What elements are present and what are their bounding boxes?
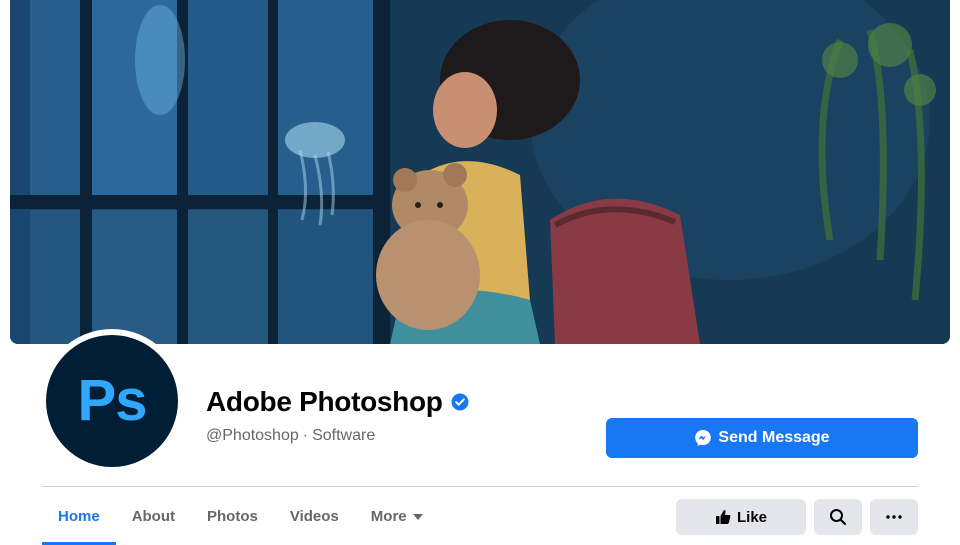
photoshop-logo: Ps xyxy=(46,335,178,467)
header-divider xyxy=(42,486,918,487)
tab-photos-label: Photos xyxy=(207,508,258,525)
tab-photos[interactable]: Photos xyxy=(191,488,274,545)
send-message-label: Send Message xyxy=(718,429,830,446)
cover-illustration xyxy=(10,0,950,344)
tab-about-label: About xyxy=(131,508,176,525)
page-tabs: Home About Photos Videos More xyxy=(42,488,439,545)
tab-more[interactable]: More xyxy=(355,488,439,545)
like-button[interactable]: Like xyxy=(676,499,806,535)
ellipsis-icon xyxy=(886,515,902,519)
tab-home-label: Home xyxy=(58,508,100,525)
tab-videos[interactable]: Videos xyxy=(274,488,355,545)
thumbs-up-icon xyxy=(715,510,731,524)
page-title-row: Adobe Photoshop xyxy=(206,386,469,418)
page-handle: @Photoshop xyxy=(206,427,299,444)
messenger-icon xyxy=(695,430,712,446)
photoshop-logo-text: Ps xyxy=(77,368,148,433)
page-category[interactable]: Software xyxy=(312,427,375,445)
send-message-button[interactable]: Send Message xyxy=(606,418,918,458)
verified-badge-icon xyxy=(451,393,469,411)
caret-down-icon xyxy=(412,513,423,520)
subtitle-separator: · xyxy=(302,427,309,444)
like-button-label: Like xyxy=(736,508,767,526)
search-button[interactable] xyxy=(814,499,862,535)
tab-home[interactable]: Home xyxy=(42,488,116,545)
search-icon xyxy=(830,509,847,526)
page-subtitle: @Photoshop · Software xyxy=(206,427,375,445)
tab-videos-label: Videos xyxy=(289,508,339,525)
cover-photo[interactable] xyxy=(10,0,950,344)
page-title[interactable]: Adobe Photoshop xyxy=(206,386,443,418)
more-options-button[interactable] xyxy=(870,499,918,535)
tab-more-label: More xyxy=(370,508,407,525)
page-avatar[interactable]: Ps xyxy=(40,329,184,473)
tab-about[interactable]: About xyxy=(116,488,191,545)
